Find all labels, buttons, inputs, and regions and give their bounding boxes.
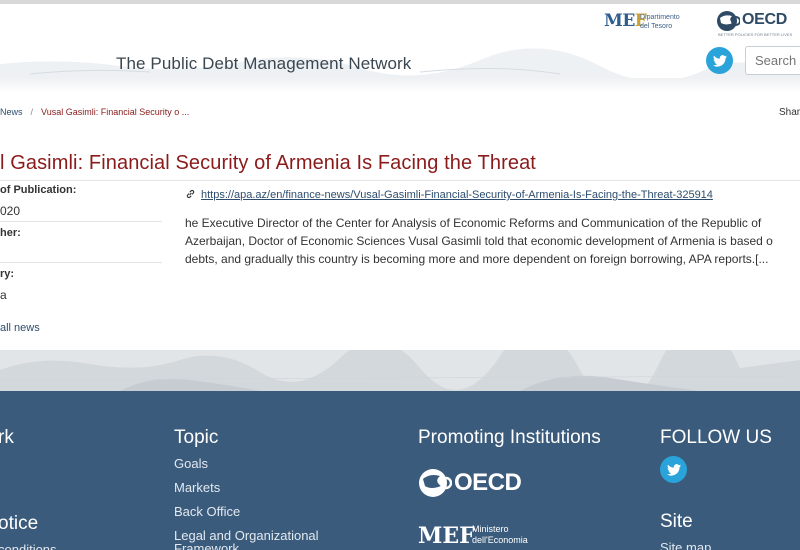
breadcrumb-news-link[interactable]: News: [0, 107, 23, 117]
footer-site-map-link[interactable]: Site map: [660, 540, 711, 550]
twitter-icon: [712, 54, 727, 67]
search-field[interactable]: [745, 46, 800, 75]
title-divider: [0, 180, 800, 181]
footer-follow-heading: FOLLOW US: [660, 427, 772, 448]
oecd-logo[interactable]: OECD BETTER POLICIES FOR BETTER LIVES: [716, 10, 800, 40]
breadcrumb-current[interactable]: Vusal Gasimli: Financial Security o ...: [41, 107, 189, 117]
date-label: of Publication:: [0, 184, 77, 196]
article-title: l Gasimli: Financial Security of Armenia…: [0, 152, 536, 174]
footer-oecd-logo[interactable]: OECD: [418, 467, 543, 499]
footer-topic-link-back-office[interactable]: Back Office: [174, 504, 240, 519]
footer-network-heading: rk: [0, 427, 14, 448]
oecd-globe-icon: [419, 469, 452, 497]
country-label: ry:: [0, 268, 15, 280]
search-input[interactable]: [755, 53, 800, 68]
article-body: he Executive Director of the Center for …: [185, 214, 800, 268]
footer-promoting-heading: Promoting Institutions: [418, 427, 601, 448]
mef-logo[interactable]: MEF Dipartimento del Tesoro: [604, 11, 686, 37]
publisher-label: her:: [0, 227, 21, 239]
footer-site-heading: Site: [660, 511, 693, 532]
world-map-image: [0, 350, 800, 391]
oecd-tagline: BETTER POLICIES FOR BETTER LIVES: [718, 32, 793, 37]
site-footer: rk otice conditions Topic Goals Markets …: [0, 391, 800, 550]
footer-topic-link-legal-2[interactable]: Framework: [174, 541, 239, 550]
footer-mef-mark: MEF: [418, 523, 475, 549]
header-shadow: [0, 78, 800, 92]
header-twitter-button[interactable]: [706, 47, 733, 74]
meta-divider: [0, 262, 162, 263]
article-body-line: debts, and gradually this country is bec…: [185, 252, 769, 266]
footer-mef-text-2: dell'Economia: [472, 535, 528, 545]
footer-oecd-text: OECD: [454, 469, 522, 496]
mef-logo-text-1: Dipartimento: [640, 14, 680, 21]
source-url[interactable]: https://apa.az/en/finance-news/Vusal-Gas…: [201, 189, 713, 201]
site-title[interactable]: The Public Debt Management Network: [116, 54, 411, 74]
world-map-strip: [0, 350, 800, 391]
link-icon: [186, 189, 195, 199]
footer-mef-text-1: Ministero: [472, 524, 509, 534]
site-header: The Public Debt Management Network MEF D…: [0, 4, 800, 78]
footer-notice-heading: otice: [0, 513, 39, 534]
footer-twitter-button[interactable]: [660, 456, 687, 483]
footer-topic-heading: Topic: [174, 427, 219, 448]
footer-topic-link-markets[interactable]: Markets: [174, 480, 220, 495]
footer-conditions-link[interactable]: conditions: [0, 542, 57, 550]
date-value: 020: [0, 204, 21, 218]
meta-divider: [0, 221, 162, 222]
all-news-link[interactable]: all news: [0, 322, 40, 334]
oecd-globe-icon: [717, 11, 740, 31]
source-link[interactable]: https://apa.az/en/finance-news/Vusal-Gas…: [186, 189, 713, 201]
breadcrumb-separator: /: [30, 107, 34, 117]
twitter-icon: [666, 463, 681, 476]
oecd-logo-text: OECD: [742, 11, 788, 28]
article-body-line: Azerbaijan, Doctor of Economic Sciences …: [185, 234, 773, 248]
country-value: a: [0, 288, 7, 302]
footer-topic-link-goals[interactable]: Goals: [174, 456, 208, 471]
breadcrumb: News / Vusal Gasimli: Financial Security o…: [0, 107, 189, 117]
article-body-line: he Executive Director of the Center for …: [185, 216, 762, 230]
mef-logo-text-2: del Tesoro: [640, 23, 673, 30]
footer-mef-logo[interactable]: MEF Ministero dell'Economia: [418, 521, 548, 550]
share-label[interactable]: Shar: [779, 107, 800, 118]
